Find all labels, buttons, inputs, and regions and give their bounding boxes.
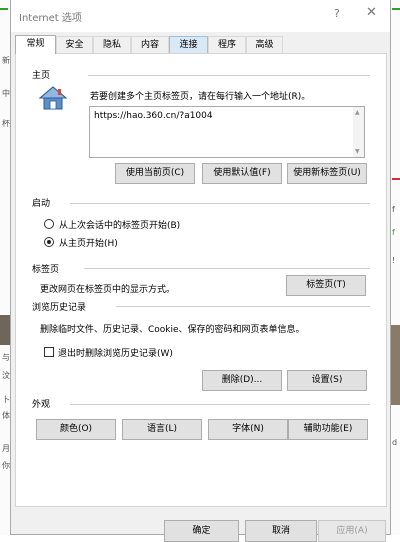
close-button[interactable]: ✕ — [366, 5, 377, 20]
home-description: 若要创建多个主页标签页，请在每行输入一个地址(R)。 — [90, 92, 311, 102]
divider — [84, 268, 370, 269]
use-current-button[interactable]: 使用当前页(C) — [115, 163, 195, 184]
tab-advanced[interactable]: 高级 — [246, 36, 283, 53]
divider — [70, 404, 370, 405]
languages-button[interactable]: 语言(L) — [122, 419, 202, 440]
fonts-button[interactable]: 字体(N) — [208, 419, 288, 440]
bg-image — [0, 315, 10, 345]
bg-text: 你 — [2, 461, 10, 470]
use-default-button[interactable]: 使用默认值(F) — [202, 163, 282, 184]
home-page-url-textarea[interactable]: https://hao.360.cn/?a1004 ▲ ▼ — [89, 106, 365, 158]
startup-section-title: 启动 — [32, 199, 51, 209]
bg-text: 卜 — [2, 395, 10, 404]
internet-options-dialog: Internet 选项 ? ✕ 常规 安全 隐私 内容 连接 程序 高级 主页 … — [10, 0, 391, 542]
help-button[interactable]: ? — [334, 7, 340, 20]
scroll-down-arrow-icon[interactable]: ▼ — [355, 148, 360, 155]
tab-privacy[interactable]: 隐私 — [93, 36, 131, 53]
window-title: Internet 选项 — [19, 13, 82, 24]
history-section-title: 浏览历史记录 — [32, 303, 87, 313]
bg-green-bar — [392, 8, 400, 10]
tab-general[interactable]: 常规 — [15, 35, 56, 54]
startup-home-page-radio[interactable] — [44, 237, 54, 247]
tab-security[interactable]: 安全 — [56, 36, 93, 53]
bg-text: 与 — [2, 353, 10, 362]
home-page-url: https://hao.360.cn/?a1004 — [94, 111, 213, 121]
accessibility-button[interactable]: 辅助功能(E) — [288, 419, 368, 440]
bg-text: 中 — [2, 89, 10, 98]
divider — [70, 203, 370, 204]
tab-programs[interactable]: 程序 — [208, 36, 246, 53]
background-right-strip: f f ! d — [390, 0, 400, 535]
colors-button[interactable]: 颜色(O) — [36, 419, 116, 440]
bg-text: 汶 — [2, 371, 10, 380]
cancel-button[interactable]: 取消 — [245, 520, 317, 542]
startup-last-session-radio[interactable] — [44, 219, 54, 229]
tab-connections[interactable]: 连接 — [169, 36, 208, 53]
delete-history-on-exit-label[interactable]: 退出时删除浏览历史记录(W) — [58, 346, 173, 359]
startup-last-session-label[interactable]: 从上次会话中的标签页开始(B) — [59, 218, 180, 231]
tabs-settings-button[interactable]: 标签页(T) — [286, 275, 366, 296]
startup-home-page-label[interactable]: 从主页开始(H) — [59, 236, 118, 249]
house-icon — [38, 85, 68, 111]
delete-history-button[interactable]: 删除(D)... — [202, 370, 282, 391]
title-bar: Internet 选项 ? ✕ — [11, 0, 390, 32]
history-settings-button[interactable]: 设置(S) — [287, 370, 367, 391]
bg-text: f — [392, 228, 395, 237]
scroll-up-arrow-icon[interactable]: ▲ — [355, 109, 360, 116]
home-section-title: 主页 — [32, 71, 51, 81]
tabs-section-title: 标签页 — [32, 265, 60, 275]
ok-button[interactable]: 确定 — [164, 520, 239, 542]
appearance-section-title: 外观 — [32, 400, 51, 410]
apply-button[interactable]: 应用(A) — [318, 520, 386, 542]
use-new-tab-button[interactable]: 使用新标签页(U) — [287, 163, 367, 184]
tab-content[interactable]: 内容 — [131, 36, 169, 53]
divider — [116, 306, 370, 307]
textarea-scrollbar[interactable]: ▲ ▼ — [353, 107, 364, 157]
general-tab-panel: 主页 若要创建多个主页标签页，请在每行输入一个地址(R)。 https://ha… — [15, 53, 387, 507]
bg-text: ! — [392, 256, 396, 265]
bg-green-bar — [0, 8, 8, 10]
bg-text: 月 — [2, 444, 10, 453]
delete-history-on-exit-checkbox[interactable] — [44, 347, 54, 357]
tabs-description: 更改网页在标签页中的显示方式。 — [40, 285, 176, 295]
divider — [88, 75, 370, 76]
bg-text: d — [392, 438, 398, 447]
bg-text: 体 — [2, 411, 10, 420]
bg-text: 杯 — [2, 119, 10, 128]
bg-text: f — [392, 205, 395, 214]
history-description: 删除临时文件、历史记录、Cookie、保存的密码和网页表单信息。 — [40, 325, 305, 335]
bg-image — [391, 325, 400, 405]
bg-text: 新 — [2, 56, 10, 65]
bg-red-bar — [392, 178, 400, 180]
